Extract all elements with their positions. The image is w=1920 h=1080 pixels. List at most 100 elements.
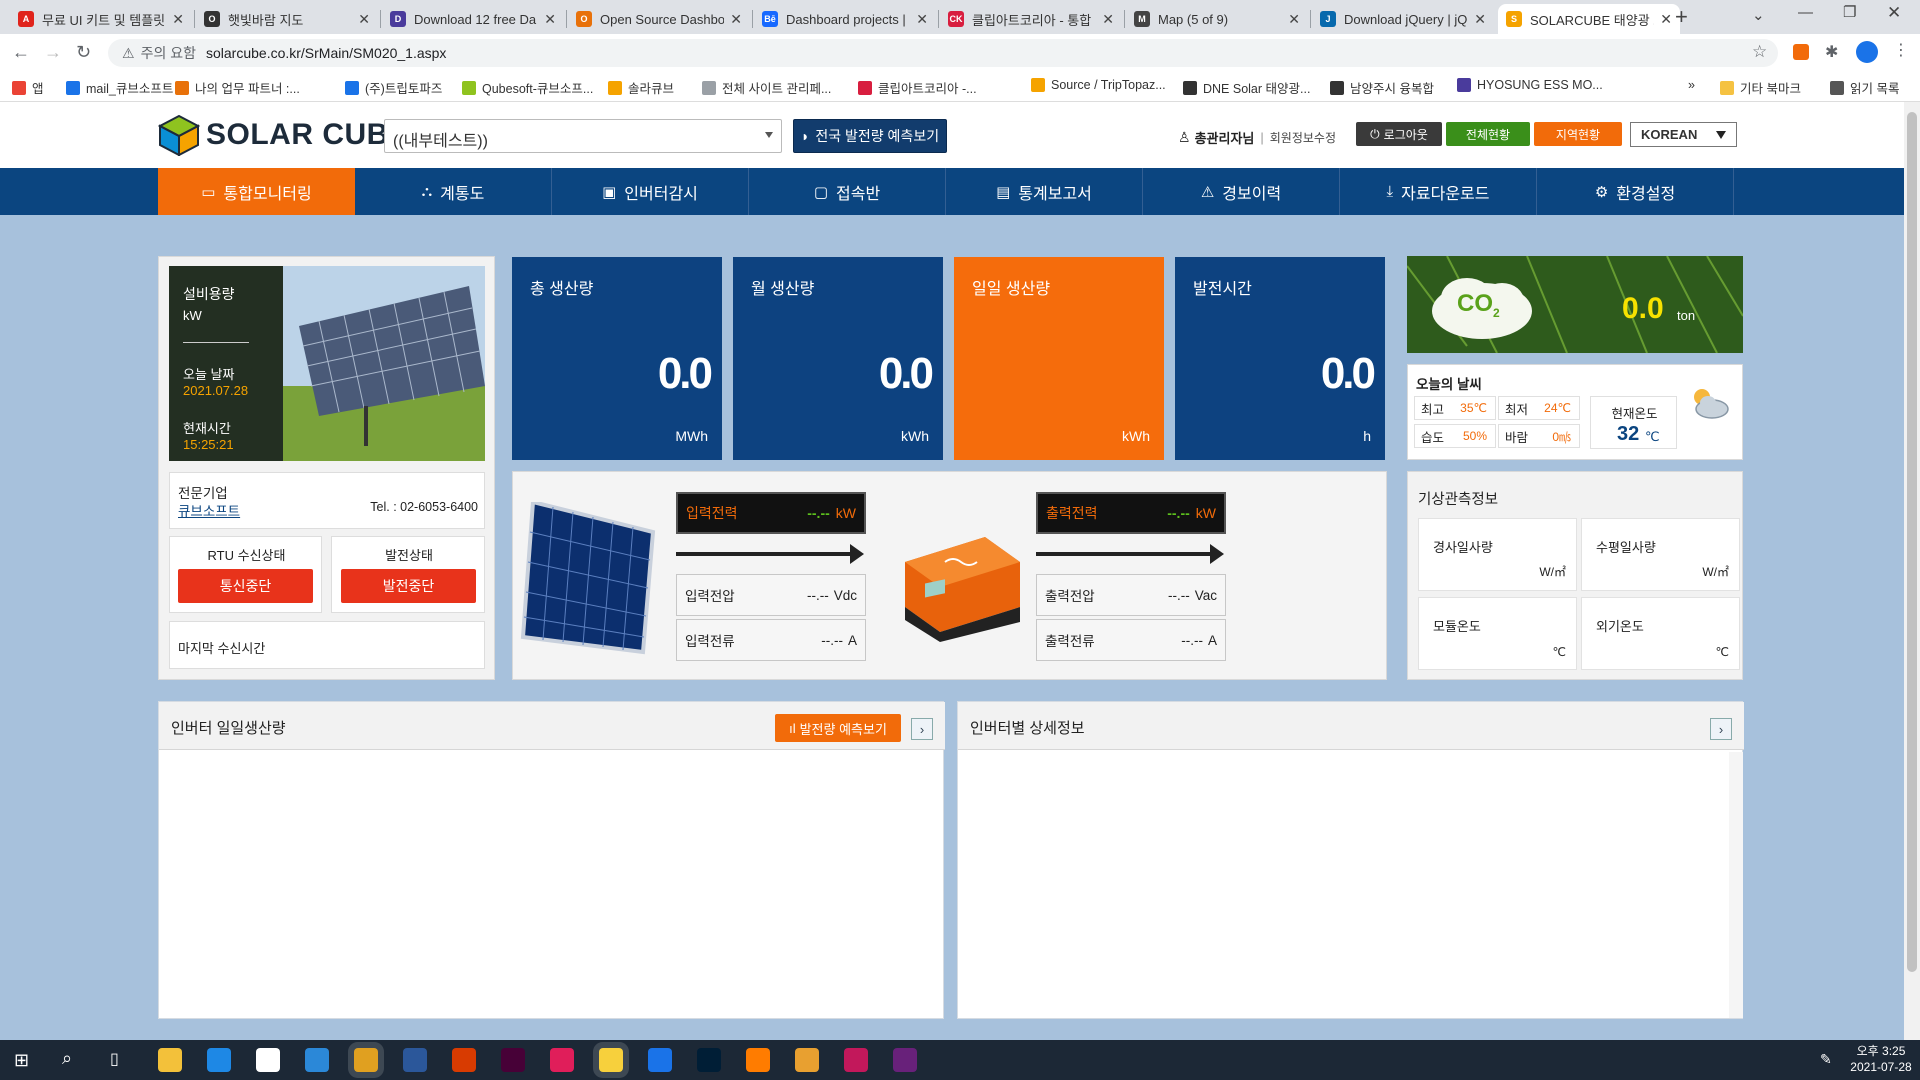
app-icon[interactable] <box>452 1048 476 1072</box>
scrollbar-thumb[interactable] <box>1907 112 1917 972</box>
all-status-button[interactable]: 전체현황 <box>1446 122 1530 146</box>
extension-icon[interactable] <box>1793 44 1809 60</box>
clock[interactable]: 오후 3:25 2021-07-28 <box>1846 1043 1916 1075</box>
back-icon[interactable]: ← <box>12 42 30 63</box>
power-icon: ⏻ <box>1370 126 1380 141</box>
bookmark-item[interactable]: HYOSUNG ESS MO... <box>1457 78 1603 92</box>
bookmark-item[interactable]: 전체 사이트 관리페... <box>702 78 831 97</box>
browser-tab[interactable]: M Map (5 of 9) ✕ <box>1126 4 1308 34</box>
minimize-icon[interactable]: — <box>1798 4 1813 21</box>
tab-close-icon[interactable]: ✕ <box>544 11 556 28</box>
photoshop-icon[interactable] <box>697 1048 721 1072</box>
daily-forecast-button[interactable]: ıl 발전량 예측보기 <box>775 714 901 742</box>
nav-item[interactable]: ⛬ 계통도 <box>355 168 552 215</box>
bookmark-item[interactable]: 앱 <box>12 78 44 97</box>
language-select[interactable]: KOREAN <box>1630 122 1737 147</box>
tab-close-icon[interactable]: ✕ <box>1474 11 1486 28</box>
page-scrollbar[interactable] <box>1904 102 1920 1040</box>
browser-tab[interactable]: D Download 12 free Da ✕ <box>382 4 564 34</box>
logout-button[interactable]: ⏻ 로그아웃 <box>1356 122 1442 146</box>
word-icon[interactable] <box>403 1048 427 1072</box>
browser-tab[interactable]: O Open Source Dashbo ✕ <box>568 4 750 34</box>
bookmark-item[interactable]: 솔라큐브 <box>608 78 674 97</box>
maps-icon[interactable] <box>648 1048 672 1072</box>
panel-scrollbar[interactable] <box>1729 752 1743 1018</box>
site-select[interactable]: ((내부테스트)) <box>384 119 782 153</box>
search-icon[interactable]: ⌕ <box>62 1048 72 1069</box>
solar-cube-logo[interactable]: SOLAR CUBE <box>158 114 409 156</box>
edge-icon[interactable] <box>207 1048 231 1072</box>
bookmark-item[interactable]: (주)트립토파즈 <box>345 78 442 97</box>
tab-close-icon[interactable]: ✕ <box>172 11 184 28</box>
xd-icon[interactable] <box>501 1048 525 1072</box>
forward-icon[interactable]: → <box>44 42 62 63</box>
national-forecast-button[interactable]: ◗ 전국 발전량 예측보기 <box>793 119 947 153</box>
more-bookmarks-icon[interactable]: » <box>1688 78 1695 92</box>
url-field[interactable]: ⚠ 주의 요함 solarcube.co.kr/SrMain/SM020_1.a… <box>108 39 1778 67</box>
browser-tab[interactable]: O 햇빛바람 지도 ✕ <box>196 4 378 34</box>
url-text: solarcube.co.kr/SrMain/SM020_1.aspx <box>205 45 447 61</box>
bookmark-item[interactable]: 남양주시 융복합 <box>1330 78 1434 97</box>
bookmark-icon <box>608 80 622 95</box>
bookmark-item[interactable]: Source / TripTopaz... <box>1031 78 1166 92</box>
illustrator-icon[interactable] <box>746 1048 770 1072</box>
chevron-right-icon[interactable]: › <box>911 718 933 740</box>
nav-item[interactable]: ▣ 인버터감시 <box>552 168 749 215</box>
slack-icon[interactable] <box>550 1048 574 1072</box>
member-edit-link[interactable]: 회원정보수정 <box>1270 129 1336 146</box>
chevron-right-icon[interactable]: › <box>1710 718 1732 740</box>
bookmark-label: DNE Solar 태양광... <box>1203 82 1311 96</box>
bookmark-item[interactable]: 나의 업무 파트너 :... <box>175 78 300 97</box>
new-tab-icon[interactable]: + <box>1675 4 1688 30</box>
bookmark-star-icon[interactable]: ☆ <box>1752 42 1767 62</box>
tab-search-icon[interactable]: ⌄ <box>1752 6 1765 24</box>
mail-icon[interactable] <box>305 1048 329 1072</box>
bookmark-item[interactable]: 읽기 목록 <box>1830 78 1899 97</box>
close-window-icon[interactable]: ✕ <box>1887 3 1901 23</box>
tab-close-icon[interactable]: ✕ <box>730 11 742 28</box>
reload-icon[interactable]: ↻ <box>76 42 91 63</box>
puzzle-icon[interactable]: ✱ <box>1825 42 1838 62</box>
app-icon[interactable] <box>795 1048 819 1072</box>
pen-icon[interactable]: ✎ <box>1820 1051 1832 1068</box>
tab-close-icon[interactable]: ✕ <box>1288 11 1300 28</box>
nav-item[interactable]: ▤ 통계보고서 <box>946 168 1143 215</box>
tab-close-icon[interactable]: ✕ <box>916 11 928 28</box>
browser-tab[interactable]: J Download jQuery | jQ ✕ <box>1312 4 1494 34</box>
nav-item[interactable]: ▭ 통합모니터링 <box>158 168 355 215</box>
kpi-label: 일일 생산량 <box>972 281 1051 298</box>
browser-tab[interactable]: S SOLARCUBE 태양광 모 ✕ <box>1498 4 1680 34</box>
nav-item[interactable]: ⤓ 자료다운로드 <box>1340 168 1537 215</box>
main-navigation: ▭ 통합모니터링 ⛬ 계통도 ▣ 인버터감시 ▢ 접속반 ▤ 통계보고서 ⚠ 경보이력 ⤓ 자료다운로드 ⚙… <box>0 168 1904 215</box>
tab-close-icon[interactable]: ✕ <box>358 11 370 28</box>
browser-tab[interactable]: A 무료 UI 키트 및 템플릿 ✕ <box>10 4 192 34</box>
sticky-notes-icon[interactable] <box>599 1048 623 1072</box>
task-view-icon[interactable]: ▯ <box>110 1049 119 1069</box>
bookmark-item[interactable]: 클립아트코리아 -... <box>858 78 977 97</box>
tab-title: 햇빛바람 지도 <box>228 12 304 28</box>
tab-close-icon[interactable]: ✕ <box>1660 11 1672 28</box>
photos-icon[interactable] <box>844 1048 868 1072</box>
browser-tab[interactable]: Bē Dashboard projects | ✕ <box>754 4 936 34</box>
company-name-link[interactable]: 큐브소프트 <box>178 500 240 520</box>
profile-avatar[interactable] <box>1856 41 1878 63</box>
capacity-label: 설비용량 <box>183 286 235 302</box>
region-status-button[interactable]: 지역현황 <box>1534 122 1622 146</box>
tab-close-icon[interactable]: ✕ <box>1102 11 1114 28</box>
nav-item[interactable]: ▢ 접속반 <box>749 168 946 215</box>
browser-tab[interactable]: CK 클립아트코리아 - 통합 ✕ <box>940 4 1122 34</box>
file-explorer-icon[interactable] <box>158 1048 182 1072</box>
bookmark-item[interactable]: mail_큐브소프트 <box>66 78 173 97</box>
windows-start-icon[interactable]: ⊞ <box>14 1050 29 1071</box>
menu-kebab-icon[interactable]: ⋮ <box>1893 40 1909 60</box>
nav-item[interactable]: ⚙ 환경설정 <box>1537 168 1734 215</box>
bookmark-item[interactable]: DNE Solar 태양광... <box>1183 78 1310 97</box>
bookmark-item[interactable]: 기타 북마크 <box>1720 78 1801 97</box>
visual-studio-icon[interactable] <box>893 1048 917 1072</box>
nav-item[interactable]: ⚠ 경보이력 <box>1143 168 1340 215</box>
bookmark-item[interactable]: Qubesoft-큐브소프... <box>462 78 593 97</box>
store-icon[interactable] <box>256 1048 280 1072</box>
bookmark-label: 읽기 목록 <box>1850 82 1900 96</box>
chrome-icon[interactable] <box>354 1048 378 1072</box>
maximize-icon[interactable]: ❐ <box>1843 3 1856 21</box>
